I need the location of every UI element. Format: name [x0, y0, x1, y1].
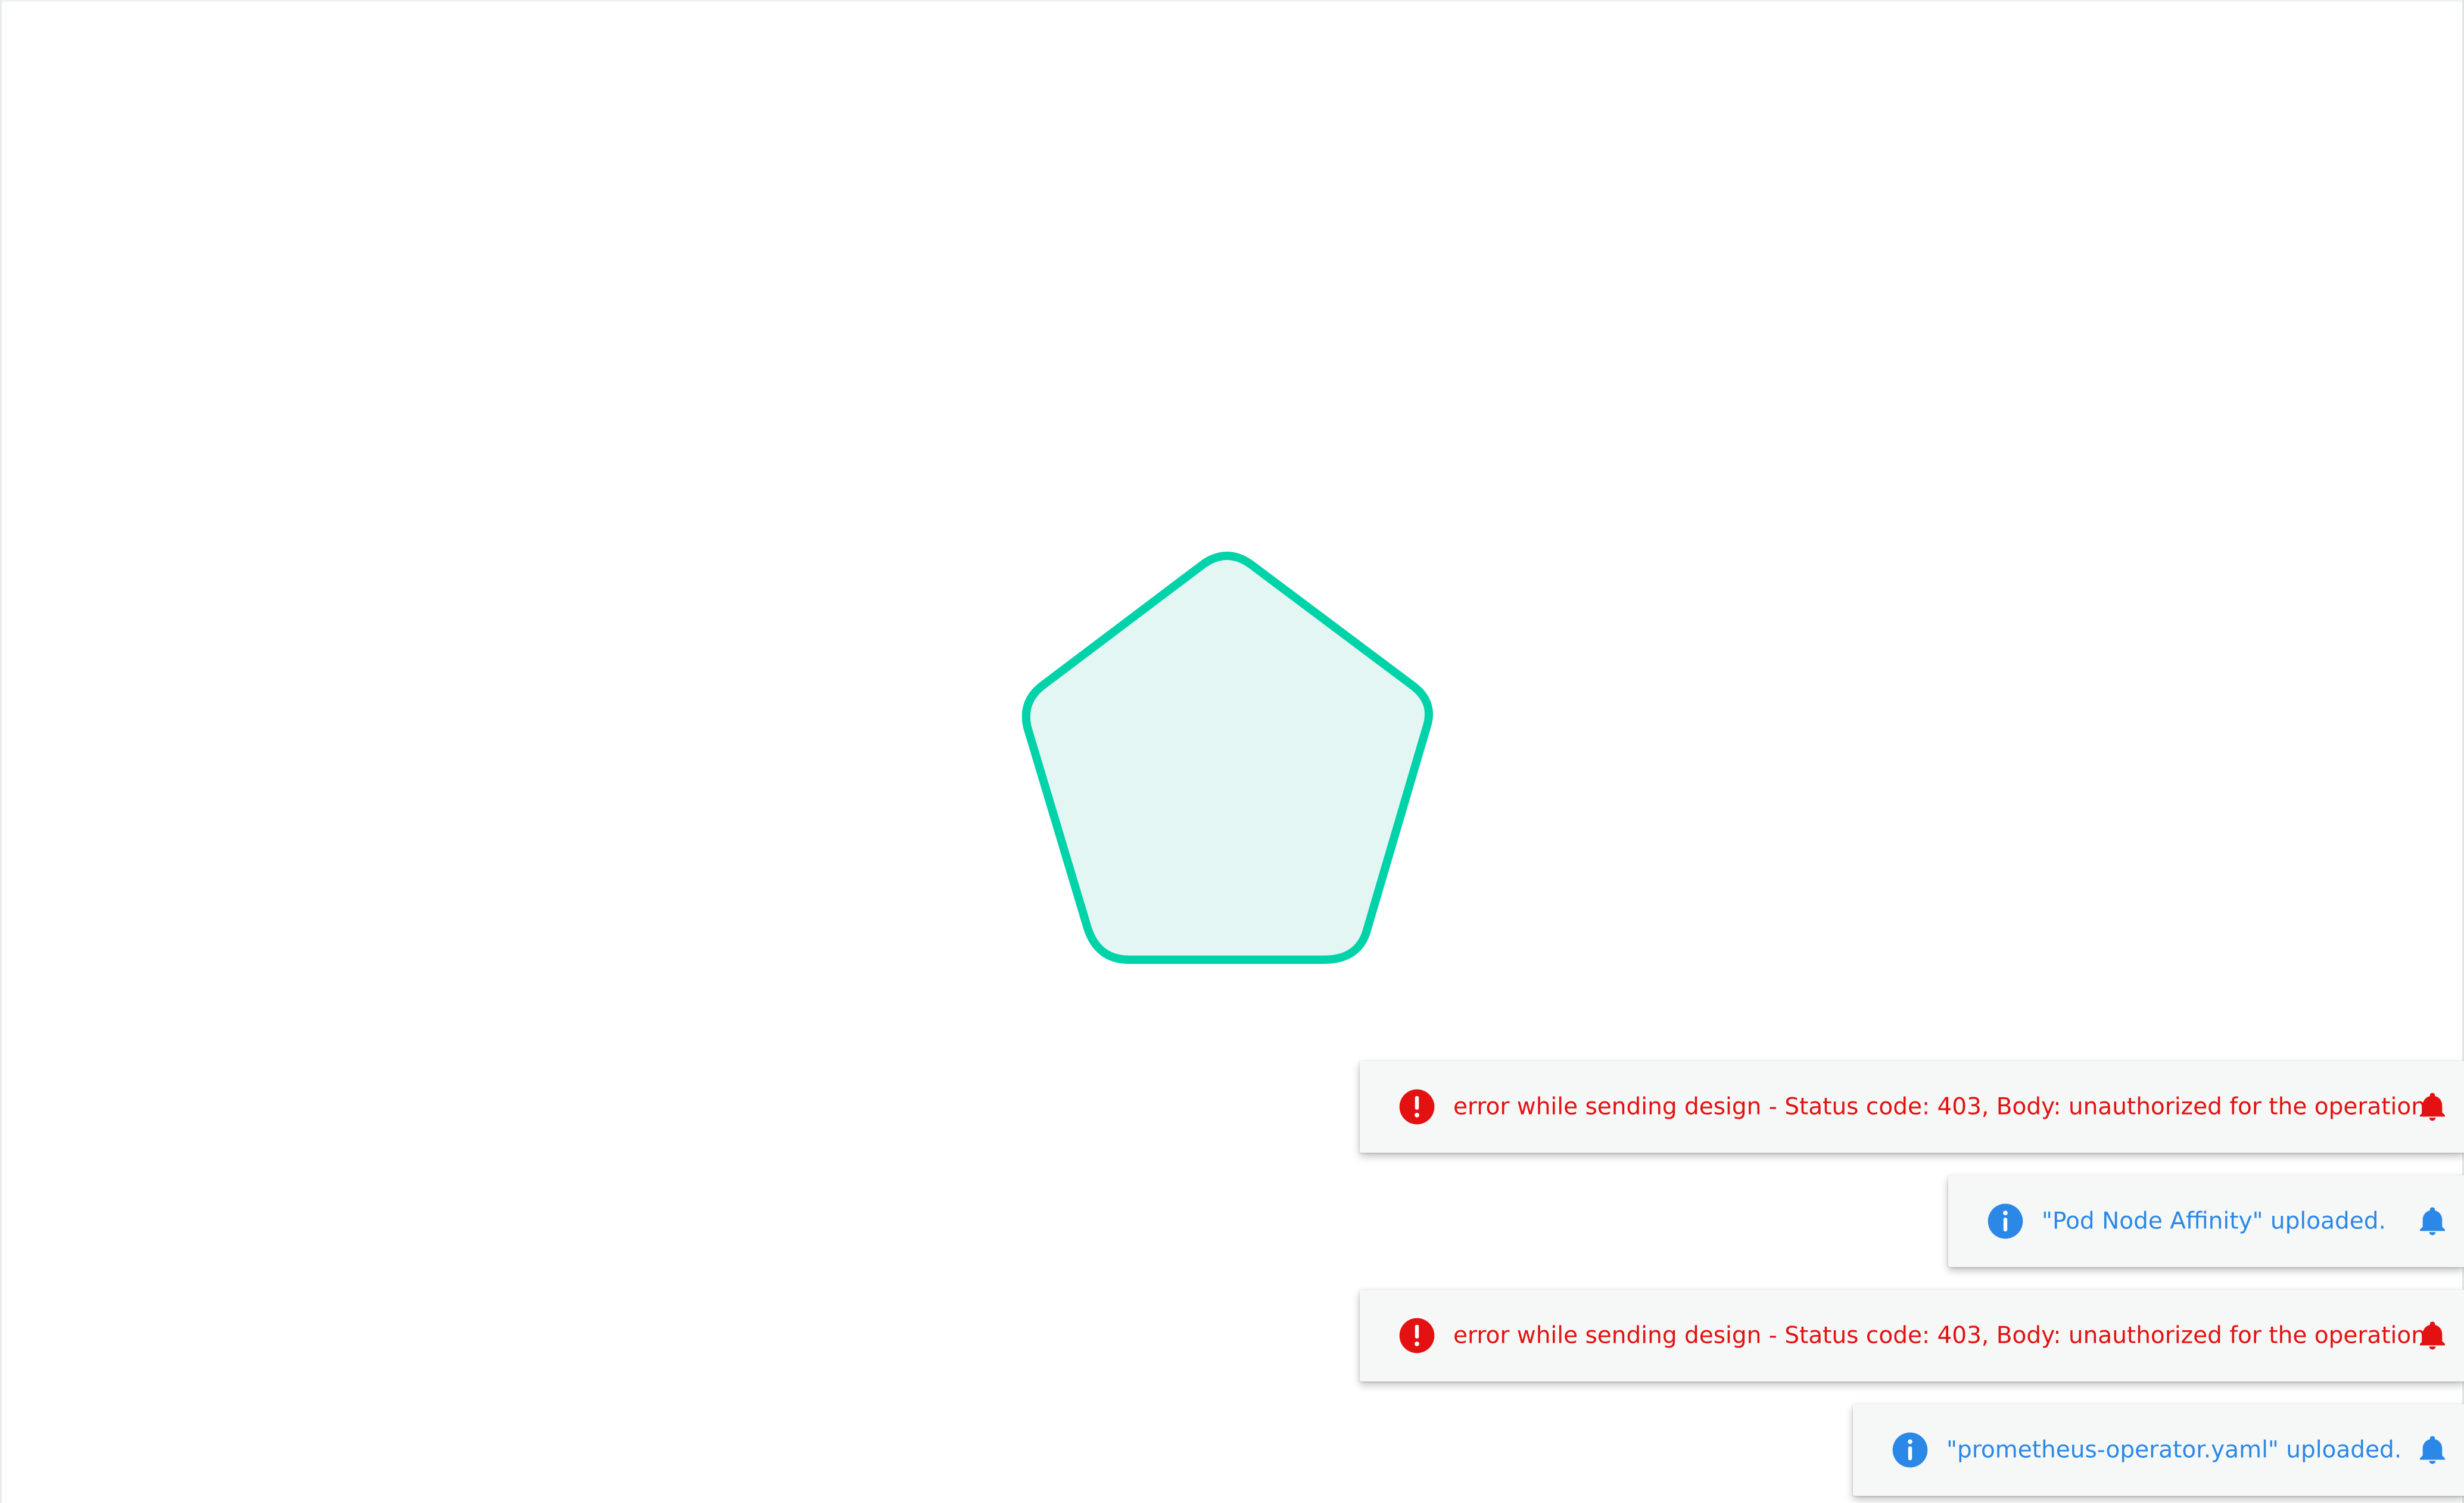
design-canvas[interactable] [2, 2, 2462, 1501]
notification-message: "prometheus-operator.yaml" uploaded. [1946, 1436, 2402, 1464]
info-icon [1892, 1432, 1928, 1468]
notification-message: "Pod Node Affinity" uploaded. [2042, 1208, 2386, 1235]
notification-message: error while sending design - Status code… [1453, 1093, 2426, 1121]
bell-icon[interactable] [2416, 1432, 2449, 1468]
bell-icon[interactable] [2416, 1203, 2449, 1239]
pentagon-icon[interactable] [1014, 550, 1443, 967]
error-notification[interactable]: error while sending design - Status code… [1360, 1061, 2464, 1153]
bell-icon[interactable] [2416, 1318, 2449, 1353]
info-notification[interactable]: "prometheus-operator.yaml" uploaded. [1853, 1404, 2464, 1496]
bell-icon[interactable] [2416, 1089, 2449, 1125]
error-notification[interactable]: error while sending design - Status code… [1360, 1290, 2464, 1381]
error-icon [1399, 1089, 1435, 1125]
error-icon [1399, 1318, 1435, 1353]
info-icon [1988, 1203, 2023, 1239]
notification-message: error while sending design - Status code… [1453, 1322, 2426, 1349]
info-notification[interactable]: "Pod Node Affinity" uploaded. [1948, 1175, 2464, 1267]
